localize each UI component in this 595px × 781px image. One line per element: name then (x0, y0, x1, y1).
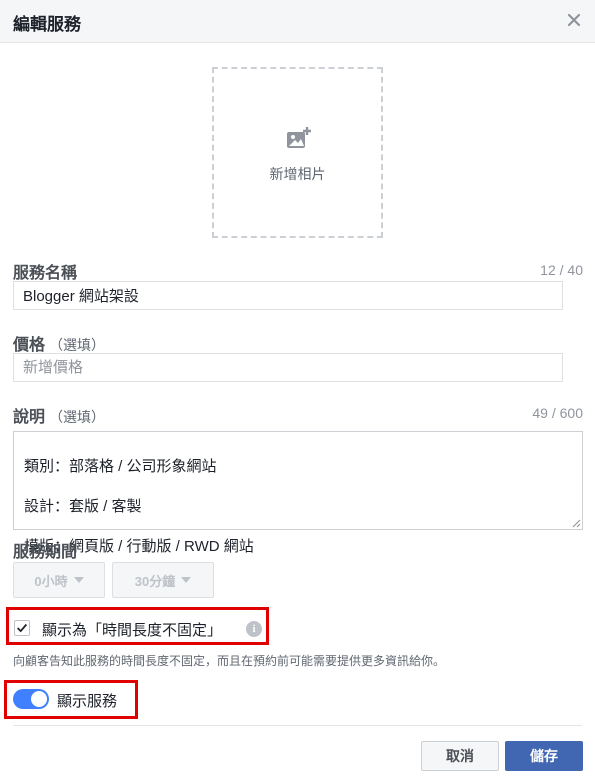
duration-label: 服務期間 (13, 544, 78, 561)
description-line: 類別：部落格 / 公司形象網站 (24, 458, 217, 475)
hours-dropdown[interactable]: 0小時 (13, 562, 105, 598)
variable-time-helper: 向顧客告知此服務的時間長度不固定，而且在預約前可能需要提供更多資訊給你。 (13, 654, 446, 668)
resize-handle-icon[interactable] (571, 518, 581, 528)
save-button[interactable]: 儲存 (505, 741, 583, 771)
service-name-counter: 12 / 40 (540, 262, 583, 278)
description-label-group: 說明 （選填） (13, 403, 105, 427)
info-icon[interactable]: i (246, 621, 262, 637)
chevron-down-icon (181, 577, 192, 583)
checkmark-icon (17, 623, 28, 633)
description-line: 模版：網頁版 / 行動版 / RWD 網站 (24, 538, 254, 555)
price-optional: （選填） (49, 337, 106, 353)
minutes-dropdown[interactable]: 30分鐘 (112, 562, 214, 598)
description-optional: （選填） (49, 409, 106, 425)
price-input[interactable] (13, 353, 563, 382)
footer-divider (13, 725, 582, 726)
variable-time-label: 顯示為「時間長度不固定」 (42, 622, 223, 639)
dialog-title: 編輯服務 (13, 15, 81, 34)
variable-time-checkbox[interactable] (14, 620, 30, 636)
close-icon[interactable] (563, 9, 585, 31)
show-service-toggle[interactable] (13, 689, 49, 709)
service-name-label: 服務名稱 (13, 265, 78, 282)
minutes-value: 30分鐘 (134, 573, 176, 589)
add-photo-icon (287, 127, 311, 148)
description-textarea[interactable]: 類別：部落格 / 公司形象網站 設計：套版 / 客製 模版：網頁版 / 行動版 … (13, 431, 583, 555)
toggle-knob (31, 691, 47, 707)
chevron-down-icon (73, 577, 84, 583)
description-line: 設計：套版 / 客製 (24, 498, 142, 515)
service-name-input[interactable] (13, 281, 563, 310)
add-photo-label: 新增相片 (269, 166, 326, 182)
dialog-header: 編輯服務 (0, 0, 595, 43)
description-label: 說明 (13, 409, 46, 426)
show-service-label: 顯示服務 (57, 693, 118, 710)
price-label-group: 價格 （選填） (13, 331, 105, 355)
price-label: 價格 (13, 337, 46, 354)
cancel-button[interactable]: 取消 (421, 741, 499, 771)
add-photo-button[interactable]: 新增相片 (212, 67, 383, 238)
description-counter: 49 / 600 (532, 405, 583, 421)
hours-value: 0小時 (34, 573, 68, 589)
